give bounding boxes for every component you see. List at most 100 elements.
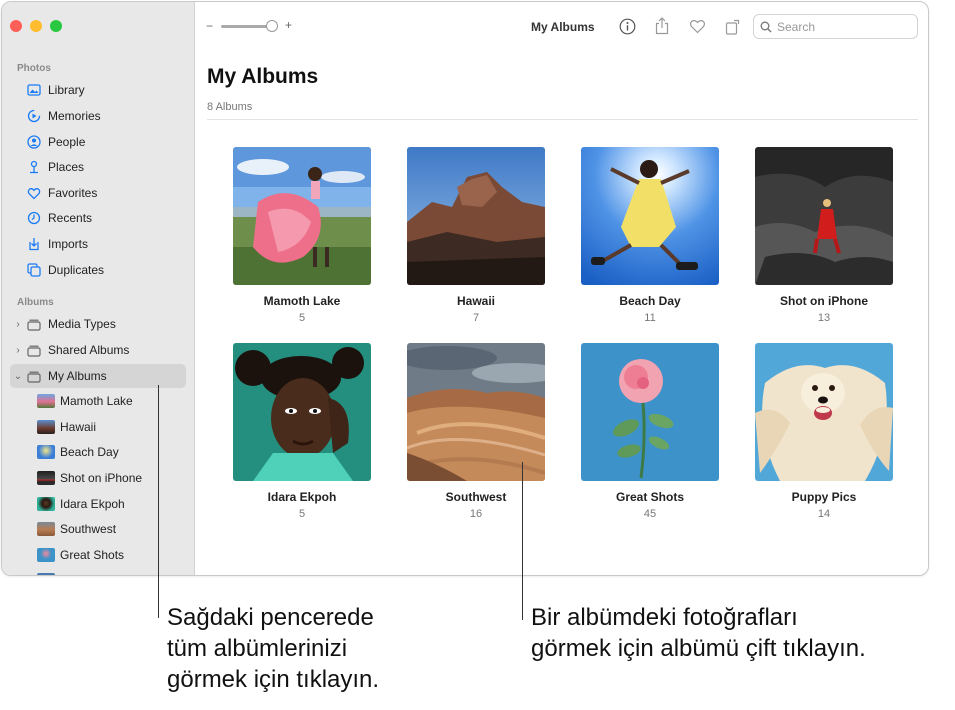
sidebar-item-label: Mamoth Lake [60, 394, 133, 408]
album-name: Great Shots [615, 490, 684, 504]
album-cover [755, 343, 893, 481]
album-tile-mamoth-lake[interactable]: Mamoth Lake 5 [233, 147, 371, 324]
sidebar-item-label: Beach Day [60, 445, 119, 459]
main-content: My Albums 8 Albums Mamoth Lake 5 Hawaii … [196, 54, 928, 575]
album-thumbnail [37, 522, 55, 536]
album-photo-count: 11 [644, 312, 656, 324]
album-tile-great-shots[interactable]: Great Shots 45 [581, 343, 719, 520]
sidebar-album-hawaii[interactable]: Hawaii [28, 415, 96, 439]
album-name: Puppy Pics [791, 490, 857, 504]
sidebar-item-label: Imports [48, 237, 89, 251]
album-tile-hawaii[interactable]: Hawaii 7 [407, 147, 545, 324]
sidebar-item-recents[interactable]: Recents [10, 206, 186, 230]
sidebar-item-label: Recents [48, 211, 93, 225]
sidebar-item-media-types[interactable]: › Media Types [10, 312, 186, 336]
album-photo-count: 13 [817, 312, 831, 324]
rotate-icon[interactable] [724, 17, 742, 35]
album-tile-puppy-pics[interactable]: Puppy Pics 14 [755, 343, 893, 520]
album-name: Shot on iPhone [780, 294, 868, 308]
sidebar: Photos Library Memories People Places Fa… [2, 2, 195, 575]
search-placeholder: Search [777, 19, 816, 34]
album-cover [407, 343, 545, 481]
photos-window: Photos Library Memories People Places Fa… [1, 1, 929, 576]
header-divider [207, 119, 918, 120]
sidebar-item-my-albums[interactable]: ⌄ My Albums [10, 364, 186, 388]
sidebar-item-label: Shared Albums [48, 343, 130, 357]
sidebar-item-label: Memories [48, 109, 101, 123]
heart-icon[interactable] [688, 17, 706, 35]
search-field[interactable]: Search [753, 14, 918, 39]
album-count: 8 Albums [207, 101, 253, 113]
album-cover [233, 147, 371, 285]
minimize-button[interactable] [30, 20, 42, 32]
chevron-down-icon[interactable]: ⌄ [13, 371, 23, 382]
album-thumbnail [37, 471, 55, 485]
sidebar-album-partial[interactable] [28, 568, 60, 575]
album-thumbnail [37, 548, 55, 562]
album-thumbnail [37, 420, 55, 434]
sidebar-item-label: Great Shots [60, 548, 125, 562]
sidebar-item-label: Favorites [48, 186, 98, 200]
album-tile-idara-ekpoh[interactable]: Idara Ekpoh 5 [233, 343, 371, 520]
album-name: Southwest [445, 490, 507, 504]
album-photo-count: 45 [643, 508, 657, 520]
share-icon[interactable] [653, 17, 671, 35]
sidebar-album-great-shots[interactable]: Great Shots [28, 543, 124, 567]
sidebar-item-label: Idara Ekpoh [60, 497, 125, 511]
clock-icon [27, 211, 41, 225]
album-tile-shot-on-iphone[interactable]: Shot on iPhone 13 [755, 147, 893, 324]
sidebar-album-southwest[interactable]: Southwest [28, 517, 116, 541]
album-stack-icon [27, 369, 41, 383]
sidebar-album-idara-ekpoh[interactable]: Idara Ekpoh [28, 492, 125, 516]
sidebar-item-duplicates[interactable]: Duplicates [10, 258, 186, 282]
sidebar-item-memories[interactable]: Memories [10, 104, 186, 128]
callout-caption-left: Sağdaki pencerede tüm albümlerinizi görm… [167, 604, 380, 693]
album-cover [233, 343, 371, 481]
sidebar-item-favorites[interactable]: Favorites [10, 181, 186, 205]
close-button[interactable] [10, 20, 22, 32]
sidebar-item-label: Southwest [60, 522, 117, 536]
album-cover [581, 343, 719, 481]
imports-icon [27, 237, 41, 251]
albums-section-label: Albums [17, 297, 54, 308]
album-stack-icon [27, 343, 41, 357]
memories-icon [27, 109, 41, 123]
info-icon[interactable] [618, 17, 636, 35]
zoom-out-icon[interactable]: − [206, 19, 213, 33]
album-photo-count: 5 [298, 312, 306, 324]
callout-line-left [158, 385, 159, 618]
callout-caption-right: Bir albümdeki fotoğrafları görmek için a… [531, 604, 866, 662]
chevron-right-icon[interactable]: › [13, 345, 23, 356]
zoom-in-icon[interactable]: + [285, 18, 292, 32]
album-cover [755, 147, 893, 285]
album-photo-count: 16 [469, 508, 483, 520]
window-controls [10, 20, 62, 32]
album-name: Idara Ekpoh [267, 490, 337, 504]
sidebar-item-shared-albums[interactable]: › Shared Albums [10, 338, 186, 362]
chevron-right-icon[interactable]: › [13, 319, 23, 330]
library-icon [27, 83, 41, 97]
sidebar-item-places[interactable]: Places [10, 155, 186, 179]
sidebar-item-library[interactable]: Library [10, 78, 186, 102]
album-thumbnail [37, 394, 55, 408]
album-tile-southwest[interactable]: Southwest 16 [407, 343, 545, 520]
sidebar-item-label: Hawaii [60, 420, 97, 434]
sidebar-album-shot-on-iphone[interactable]: Shot on iPhone [28, 466, 142, 490]
sidebar-album-beach-day[interactable]: Beach Day [28, 440, 119, 464]
toolbar: − + My Albums Search [196, 2, 928, 54]
sidebar-item-imports[interactable]: Imports [10, 232, 186, 256]
album-thumbnail [37, 573, 55, 575]
sidebar-album-mamoth-lake[interactable]: Mamoth Lake [28, 389, 133, 413]
sidebar-item-label: Shot on iPhone [60, 471, 143, 485]
album-stack-icon [27, 317, 41, 331]
album-photo-count: 14 [817, 508, 831, 520]
page-title: My Albums [207, 65, 319, 88]
sidebar-item-people[interactable]: People [10, 130, 186, 154]
zoom-button[interactable] [50, 20, 62, 32]
sidebar-item-label: My Albums [48, 369, 107, 383]
places-icon [27, 160, 41, 174]
duplicates-icon [27, 263, 41, 277]
album-tile-beach-day[interactable]: Beach Day 11 [581, 147, 719, 324]
sidebar-item-label: Library [48, 83, 85, 97]
zoom-slider-knob[interactable] [266, 20, 278, 32]
